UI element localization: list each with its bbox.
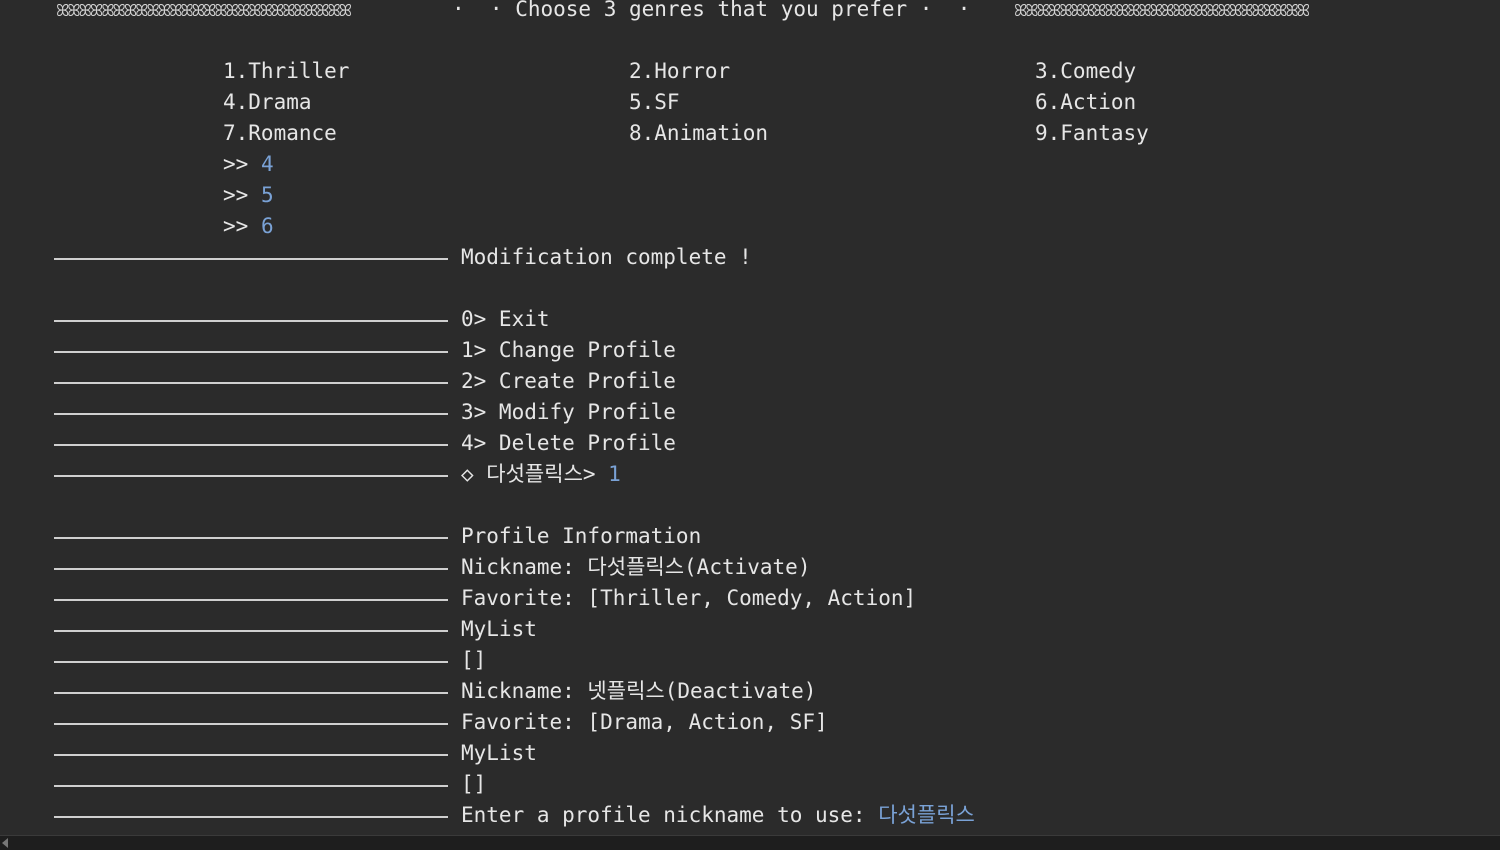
genre-input-value: 6 (260, 214, 274, 238)
prompt-marker: >> (223, 183, 261, 207)
divider-line (54, 692, 448, 694)
profile-nickname: Nickname: 넷플릭스(Deactivate) (461, 679, 817, 703)
profile-mylist-value: [] (461, 772, 487, 796)
nickname-input-value[interactable]: 다섯플릭스 (878, 803, 975, 827)
divider-line (54, 382, 448, 384)
divider-line (54, 537, 448, 539)
divider-line (54, 413, 448, 415)
divider-line (54, 599, 448, 601)
genre-sf: 5.SF (629, 90, 680, 114)
divider-line (54, 258, 448, 260)
menu-item-exit: 0> Exit (461, 307, 550, 331)
divider-line (54, 351, 448, 353)
genre-input-value: 4 (260, 152, 274, 176)
genre-input-line: >> 5 (223, 180, 274, 211)
genre-romance: 7.Romance (223, 121, 337, 145)
nickname-prompt-line[interactable]: Enter a profile nickname to use: 다섯플릭스 (461, 800, 975, 831)
profile-favorite: Favorite: [Drama, Action, SF] (461, 710, 828, 734)
nickname-prompt-label: Enter a profile nickname to use: (461, 803, 879, 827)
menu-prompt-line[interactable]: ◇ 다섯플릭스> 1 (461, 459, 621, 490)
menu-prompt: ◇ 다섯플릭스> (461, 462, 609, 486)
divider-line (54, 444, 448, 446)
genre-input-line: >> 4 (223, 149, 274, 180)
header-left-decoration: ꕤꕤꕤꕤꕤꕤꕤꕤꕤꕤꕤꕤꕤꕤꕤꕤꕤꕤꕤꕤꕤꕤꕤꕤꕤꕤ (56, 1, 352, 20)
menu-item-delete-profile: 4> Delete Profile (461, 431, 676, 455)
genre-horror: 2.Horror (629, 59, 731, 83)
genre-thriller: 1.Thriller (223, 59, 350, 83)
divider-line (54, 630, 448, 632)
genre-action: 6.Action (1035, 90, 1137, 114)
header-right-decoration: ꕤꕤꕤꕤꕤꕤꕤꕤꕤꕤꕤꕤꕤꕤꕤꕤꕤꕤꕤꕤꕤꕤꕤꕤꕤꕤ (1014, 1, 1310, 20)
divider-line (54, 723, 448, 725)
divider-line (54, 568, 448, 570)
genre-animation: 8.Animation (629, 121, 769, 145)
scroll-left-arrow-icon[interactable] (2, 838, 8, 848)
prompt-marker: >> (223, 214, 261, 238)
genre-comedy: 3.Comedy (1035, 59, 1137, 83)
profile-mylist-label: MyList (461, 741, 537, 765)
genre-input-line: >> 6 (223, 211, 274, 242)
menu-item-change-profile: 1> Change Profile (461, 338, 676, 362)
prompt-marker: >> (223, 152, 261, 176)
profile-nickname: Nickname: 다섯플릭스(Activate) (461, 555, 811, 579)
divider-line (54, 785, 448, 787)
profile-mylist-value: [] (461, 648, 487, 672)
genre-fantasy: 9.Fantasy (1035, 121, 1149, 145)
genre-input-value: 5 (260, 183, 274, 207)
divider-line (54, 475, 448, 477)
divider-line (54, 754, 448, 756)
genre-drama: 4.Drama (223, 90, 312, 114)
modification-complete-message: Modification complete ! (461, 245, 752, 269)
menu-item-create-profile: 2> Create Profile (461, 369, 676, 393)
menu-item-modify-profile: 3> Modify Profile (461, 400, 676, 424)
header-title: · · Choose 3 genres that you prefer · · (452, 0, 971, 21)
horizontal-scrollbar[interactable] (0, 835, 1500, 850)
divider-line (54, 320, 448, 322)
menu-input-value[interactable]: 1 (608, 462, 621, 486)
profile-mylist-label: MyList (461, 617, 537, 641)
profile-favorite: Favorite: [Thriller, Comedy, Action] (461, 586, 917, 610)
profile-info-title: Profile Information (461, 524, 702, 548)
divider-line (54, 816, 448, 818)
divider-line (54, 661, 448, 663)
